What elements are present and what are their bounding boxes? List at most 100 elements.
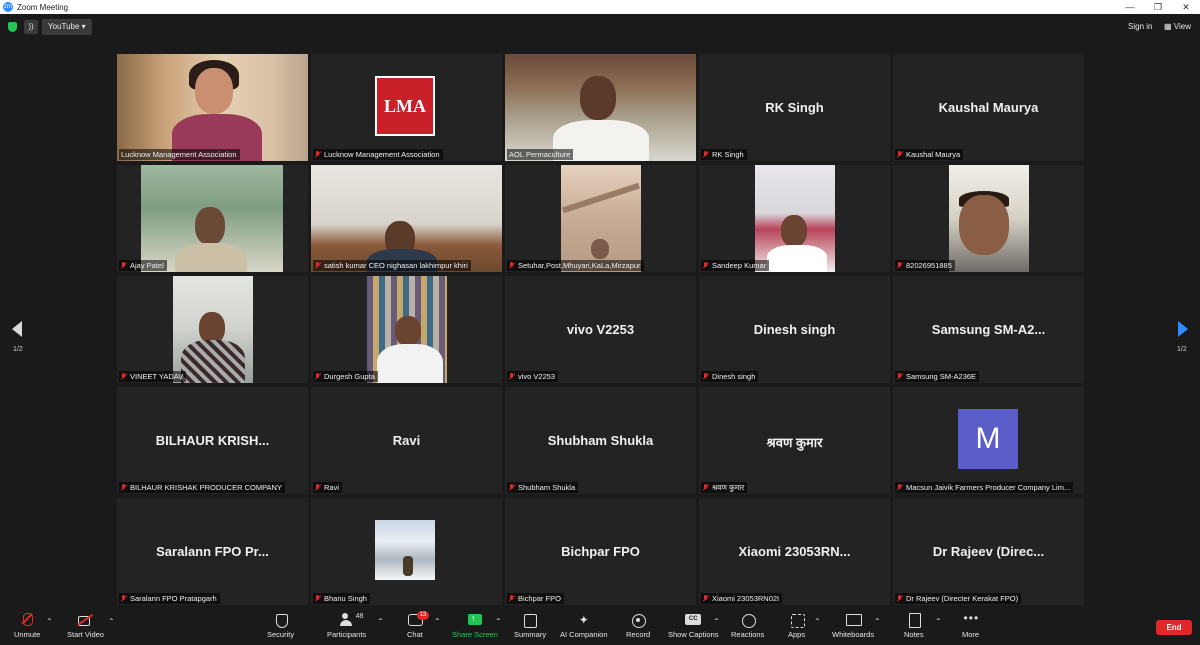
participant-tile[interactable]: Setuhar,Post,Mhuyari,KaLa,Mirzapur [505,165,696,272]
participant-video [755,165,835,272]
participant-tile[interactable]: श्रवण कुमार श्रवण कुमार [699,387,890,494]
participant-tile[interactable]: satish kumar CEO nighasan lakhimpur khir… [311,165,502,272]
participant-name-label: Samsung SM-A236E [895,371,980,382]
participant-name: Samsung SM-A236E [906,372,977,381]
video-options-chevron-icon[interactable]: ⌃ [108,617,115,626]
participant-tile[interactable]: LMA Lucknow Management Association [311,54,502,161]
participant-tile[interactable]: Saralann FPO Pr... Saralann FPO Pratapgar… [117,498,308,605]
participant-tile[interactable]: vivo V2253 vivo V2253 [505,276,696,383]
ai-companion-button[interactable]: ✦ AI Companion [560,613,608,639]
participant-tile[interactable]: Kaushal Maurya Kaushal Maurya [893,54,1084,161]
participant-video [367,276,447,383]
chat-button[interactable]: 13 Chat [407,611,429,639]
participant-tile[interactable]: BILHAUR KRISH... BILHAUR KRISHAK PRODUCER… [117,387,308,494]
notes-button[interactable]: Notes [904,613,924,639]
show-captions-button[interactable]: Show Captions [668,613,718,639]
security-shield-icon [275,613,288,628]
window-controls: — ❐ ✕ [1116,0,1200,14]
participant-tile[interactable]: Sandeep Kumar [699,165,890,272]
sign-in-link[interactable]: Sign in [1128,22,1152,31]
participant-tile[interactable]: Lucknow Management Association [117,54,308,161]
participant-tile[interactable]: Bichpar FPO Bichpar FPO [505,498,696,605]
share-screen-label: Share Screen [452,630,498,639]
previous-page-arrow-icon[interactable] [12,321,22,337]
participant-tile[interactable]: Durgesh Gupta [311,276,502,383]
participant-tile[interactable]: M Macsun Jaivik Farmers Producer Company … [893,387,1084,494]
chat-chevron-icon[interactable]: ⌃ [434,617,441,626]
end-meeting-button[interactable]: End [1156,620,1192,635]
participants-chevron-icon[interactable]: ⌃ [377,617,384,626]
captions-chevron-icon[interactable]: ⌃ [713,617,720,626]
chat-label: Chat [407,630,423,639]
whiteboards-button[interactable]: Whiteboards [832,613,874,639]
participant-name: Xiaomi 23053RN02I [712,594,780,603]
next-page-arrow-icon[interactable] [1178,321,1188,337]
participant-name: Bichpar FPO [518,594,561,603]
youtube-live-button[interactable]: YouTube ▾ [42,19,92,35]
whiteboards-chevron-icon[interactable]: ⌃ [874,617,881,626]
maximize-button[interactable]: ❐ [1144,0,1172,14]
rss-icon[interactable]: )) [24,20,38,34]
record-button[interactable]: Record [626,613,650,639]
participant-name: Kaushal Maurya [906,150,961,159]
share-chevron-icon[interactable]: ⌃ [495,617,502,626]
participant-tile[interactable]: RK Singh RK Singh [699,54,890,161]
video-figure-body [181,340,245,383]
encryption-shield-icon[interactable] [8,22,17,32]
notes-chevron-icon[interactable]: ⌃ [935,617,942,626]
participant-video [375,520,435,580]
more-dots-icon: ••• [963,611,980,625]
reactions-button[interactable]: Reactions [731,613,764,639]
participant-name-label: AOL Permaculture [507,149,574,160]
participant-name-label: Dinesh singh [701,371,759,382]
security-button[interactable]: Security [267,613,294,639]
participant-display-name: Ravi [392,433,421,448]
participant-name-label: श्रवण कुमार [701,482,748,493]
participant-tile[interactable]: VINEET YADAV [117,276,308,383]
summary-button[interactable]: Summary [514,613,546,639]
participant-name: AOL Permaculture [509,150,571,159]
muted-mic-icon [315,262,321,269]
view-button[interactable]: ▦ View [1164,22,1191,31]
participants-count: 48 [355,613,364,620]
participant-name-label: vivo V2253 [507,371,559,382]
participant-name: Setuhar,Post,Mhuyari,KaLa,Mirzapur [518,261,641,270]
participant-name: VINEET YADAV [130,372,184,381]
participant-display-name: Dinesh singh [753,322,836,337]
apps-button[interactable]: Apps [788,613,805,639]
whiteboard-icon [846,613,863,627]
participant-tile[interactable]: Xiaomi 23053RN... Xiaomi 23053RN02I [699,498,890,605]
start-video-button[interactable]: Start Video [67,613,104,639]
ai-sparkle-icon: ✦ [578,613,589,627]
participant-tile[interactable]: Dr Rajeev (Direc... Dr Rajeev (Directer K… [893,498,1084,605]
participant-name: Ravi [324,483,340,492]
participant-name: Lucknow Management Association [121,150,237,159]
muted-mic-icon [509,595,515,602]
participant-tile[interactable]: Bhanu Singh [311,498,502,605]
participant-name-label: Bhanu Singh [313,593,370,604]
apps-chevron-icon[interactable]: ⌃ [814,617,821,626]
participant-name: Shubham Shukla [518,483,576,492]
muted-mic-icon [315,373,321,380]
notes-icon [908,613,921,628]
participant-tile[interactable]: Dinesh singh Dinesh singh [699,276,890,383]
participants-button[interactable]: 48 Participants [327,613,366,639]
participant-tile[interactable]: Ajay Patel [117,165,308,272]
minimize-button[interactable]: — [1116,0,1144,14]
participant-tile[interactable]: Samsung SM-A2... Samsung SM-A236E [893,276,1084,383]
participant-tile[interactable]: 82026951885 [893,165,1084,272]
participant-tile[interactable]: Shubham Shukla Shubham Shukla [505,387,696,494]
share-screen-button[interactable]: Share Screen [452,613,498,639]
muted-mic-icon [509,484,515,491]
participant-name-label: RK Singh [701,149,747,160]
participant-tile[interactable]: AOL Permaculture [505,54,696,161]
apps-label: Apps [788,630,806,639]
participant-display-name: Saralann FPO Pr... [156,544,269,559]
unmute-button[interactable]: Unmute [14,613,40,639]
participant-tile[interactable]: Ravi Ravi [311,387,502,494]
more-button[interactable]: ••• More [962,611,980,639]
muted-mic-icon [703,484,709,491]
audio-options-chevron-icon[interactable]: ⌃ [46,617,53,626]
muted-mic-icon [897,484,903,491]
close-button[interactable]: ✕ [1172,0,1200,14]
